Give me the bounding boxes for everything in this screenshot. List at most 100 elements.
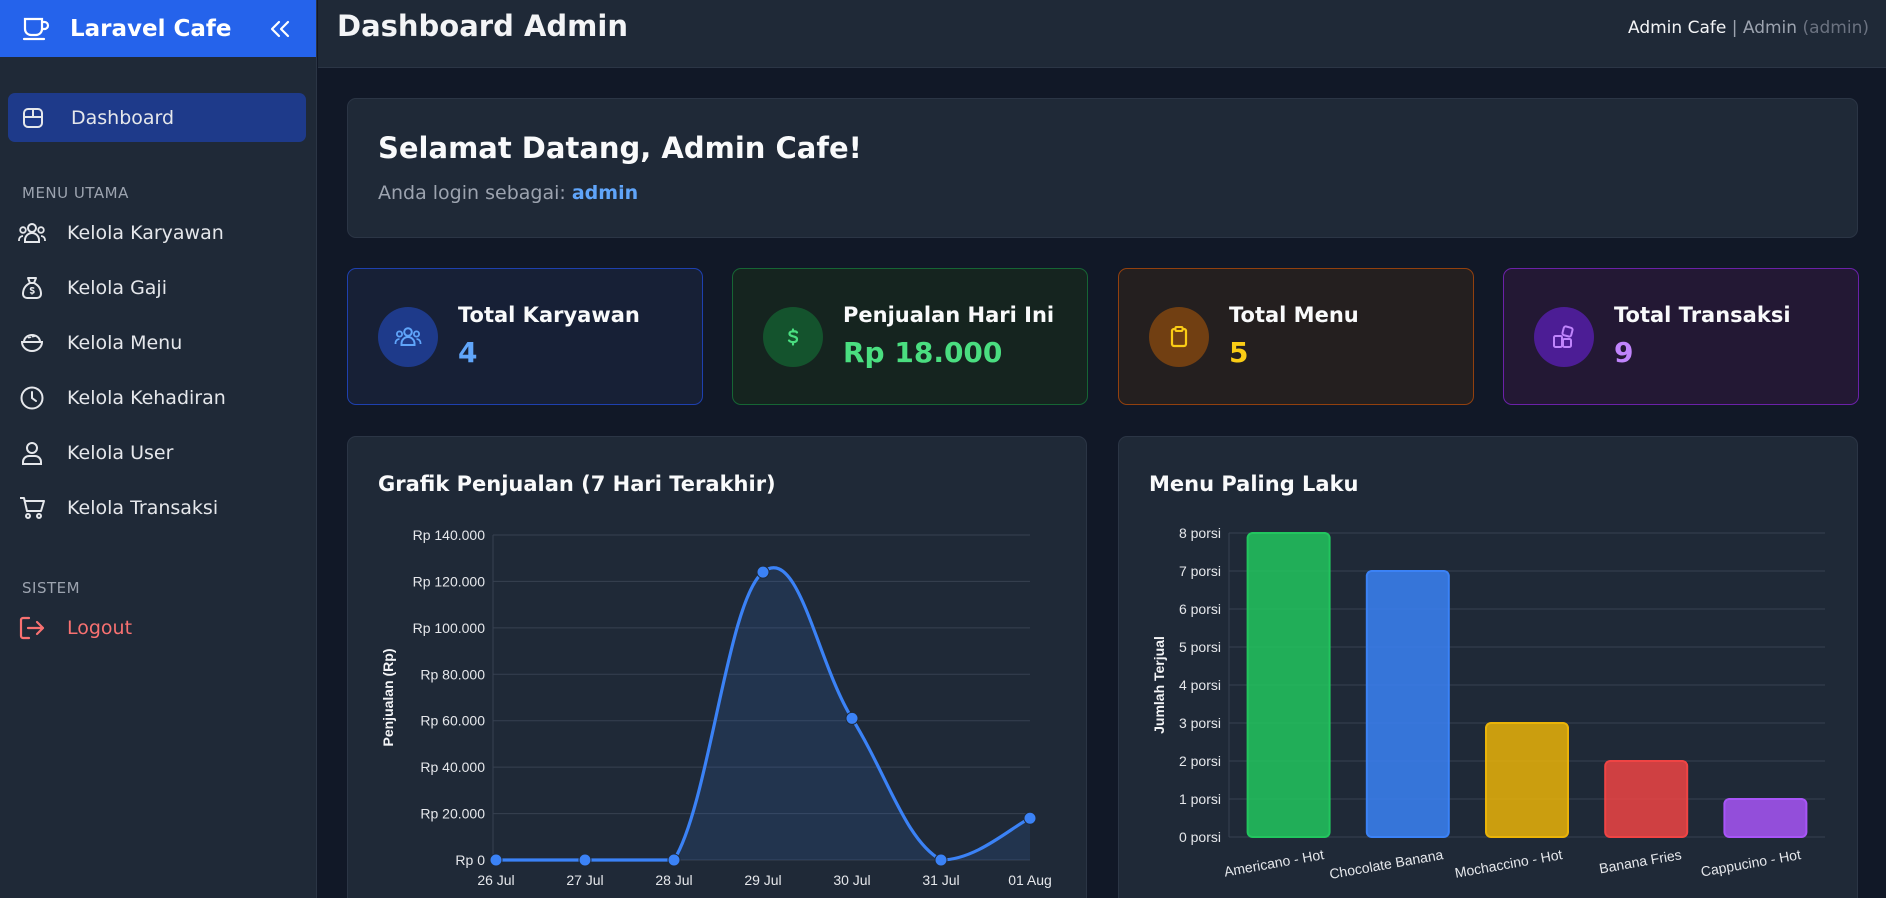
x-tick-label: Americano - Hot [1223, 846, 1325, 879]
data-point [1023, 811, 1037, 825]
y-tick-label: 4 porsi [1179, 677, 1221, 693]
x-tick-label: 27 Jul [566, 872, 603, 888]
topbar: Dashboard Admin Admin Cafe | Admin (admi… [318, 0, 1886, 68]
stat-card-transaksi: Total Transaksi 9 [1503, 268, 1859, 405]
x-tick-label: 31 Jul [922, 872, 959, 888]
dollar-icon [763, 307, 823, 367]
y-tick-label: 2 porsi [1179, 753, 1221, 769]
sidebar-nav: Dashboard MENU UTAMA Kelola Karyawan Kel… [0, 57, 316, 655]
clock-icon [18, 384, 46, 412]
y-tick-label: 7 porsi [1179, 563, 1221, 579]
users-icon [378, 307, 438, 367]
bar [1604, 760, 1689, 838]
welcome-title: Selamat Datang, Admin Cafe! [378, 131, 862, 165]
sidebar-item-menu[interactable]: Kelola Menu [0, 315, 316, 370]
shapes-icon [1534, 307, 1594, 367]
coffee-cup-icon [22, 13, 54, 45]
stat-value: 5 [1229, 336, 1249, 369]
user-role: Admin [1742, 18, 1798, 38]
sidebar-item-kehadiran[interactable]: Kelola Kehadiran [0, 370, 316, 425]
sidebar-item-logout[interactable]: Logout [0, 600, 316, 655]
food-bowl-icon [18, 329, 46, 357]
y-tick-label: Rp 80.000 [420, 666, 485, 682]
sidebar-item-label: Kelola Kehadiran [67, 386, 226, 409]
x-tick-label: 29 Jul [744, 872, 781, 888]
stat-value: 4 [458, 336, 478, 369]
welcome-subtitle-text: Anda login sebagai: [378, 182, 566, 204]
sidebar-item-label: Kelola Transaksi [67, 496, 219, 519]
section-title-menu-utama: MENU UTAMA [22, 184, 129, 202]
top-menu-chart-panel: Menu Paling Laku 0 porsi 1 porsi 2 porsi 3 … [1118, 436, 1858, 898]
y-tick-label: 3 porsi [1179, 715, 1221, 731]
top-menu-bar-chart: 0 porsi 1 porsi 2 porsi 3 porsi 4 porsi 5 por… [1151, 525, 1825, 882]
sidebar-item-label: Logout [67, 616, 133, 639]
y-tick-label: Rp 60.000 [420, 713, 485, 729]
money-bag-icon [18, 274, 46, 302]
sidebar-item-label: Kelola User [67, 441, 174, 464]
user-info[interactable]: Admin Cafe | Admin (admin) [1628, 18, 1869, 38]
cart-icon [18, 494, 46, 522]
stat-label: Total Menu [1229, 303, 1359, 327]
users-icon [18, 219, 46, 247]
welcome-subtitle: Anda login sebagai: admin [378, 182, 638, 204]
data-point [578, 853, 592, 867]
y-axis-title: Penjualan (Rp) [380, 648, 396, 746]
data-point [489, 853, 503, 867]
collapse-sidebar-icon[interactable] [266, 15, 294, 43]
stat-card-penjualan: Penjualan Hari Ini Rp 18.000 [732, 268, 1088, 405]
sales-chart-panel: Grafik Penjualan (7 Hari Terakhir) Rp 0R… [347, 436, 1087, 898]
bar [1723, 798, 1808, 838]
clipboard-icon [1149, 307, 1209, 367]
sales-area-fill [496, 567, 1030, 860]
y-tick-label: Rp 120.000 [413, 573, 486, 589]
y-tick-label: Rp 40.000 [420, 759, 485, 775]
x-tick-label: 30 Jul [833, 872, 870, 888]
sidebar-item-label: Dashboard [71, 106, 175, 129]
section-title-sistem: SISTEM [22, 579, 81, 597]
brand-name: Laravel Cafe [70, 15, 232, 42]
stat-value: 9 [1614, 336, 1634, 369]
stat-value: Rp 18.000 [843, 336, 1003, 369]
sidebar-item-karyawan[interactable]: Kelola Karyawan [0, 205, 316, 260]
x-tick-label: 28 Jul [655, 872, 692, 888]
x-tick-label: Cappucino - Hot [1700, 846, 1803, 879]
stat-card-karyawan: Total Karyawan 4 [347, 268, 703, 405]
y-tick-label: 0 porsi [1179, 829, 1221, 845]
x-tick-label: 26 Jul [477, 872, 514, 888]
bar [1246, 532, 1331, 838]
welcome-card: Selamat Datang, Admin Cafe! Anda login s… [347, 98, 1858, 238]
page-title: Dashboard Admin [337, 9, 628, 43]
sidebar-item-user[interactable]: Kelola User [0, 425, 316, 480]
sidebar-item-label: Kelola Karyawan [67, 221, 224, 244]
y-tick-label: 5 porsi [1179, 639, 1221, 655]
stat-label: Total Transaksi [1614, 303, 1791, 327]
bar [1485, 722, 1569, 838]
sales-line-chart: Rp 0 Rp 20.000 Rp 40.000 Rp 60.000 Rp 80.000… [380, 527, 1052, 888]
sidebar-item-dashboard[interactable]: Dashboard [8, 93, 306, 142]
data-point [934, 853, 948, 867]
x-tick-label: Mochaccino - Hot [1453, 846, 1563, 881]
user-role-code: (admin) [1802, 18, 1869, 38]
y-tick-label: Rp 0 [455, 852, 485, 868]
logout-icon [18, 614, 46, 642]
stat-label: Penjualan Hari Ini [843, 303, 1055, 327]
data-point [756, 565, 770, 579]
y-tick-label: Rp 100.000 [413, 620, 486, 636]
x-tick-label: 01 Aug [1008, 872, 1052, 888]
user-icon [18, 439, 46, 467]
sidebar-item-label: Kelola Gaji [67, 276, 167, 299]
sidebar-item-label: Kelola Menu [67, 331, 183, 354]
brand-header: Laravel Cafe [0, 0, 316, 57]
y-tick-label: Rp 140.000 [413, 527, 486, 543]
y-axis-title: Jumlah Terjual [1151, 636, 1167, 734]
sidebar-item-transaksi[interactable]: Kelola Transaksi [0, 480, 316, 535]
sidebar-item-gaji[interactable]: Kelola Gaji [0, 260, 316, 315]
data-point [667, 853, 681, 867]
data-point [845, 711, 859, 725]
bar [1365, 570, 1450, 838]
user-separator: | [1731, 18, 1738, 38]
y-tick-label: 1 porsi [1179, 791, 1221, 807]
y-tick-label: Rp 20.000 [420, 806, 485, 822]
sidebar: Laravel Cafe Dashboard MENU UTAMA Kelola… [0, 0, 317, 898]
user-name: Admin Cafe [1628, 18, 1727, 38]
